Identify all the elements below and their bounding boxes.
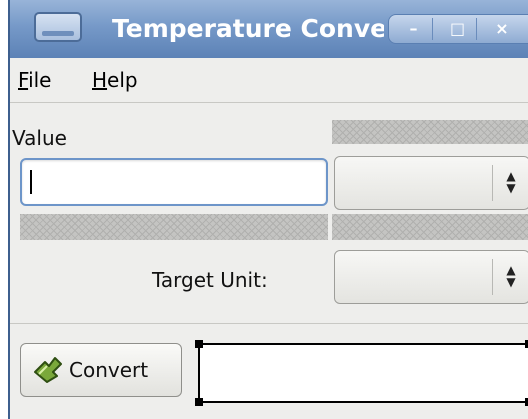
window-controls: – □ ×	[388, 14, 528, 44]
menu-file-mnemonic: F	[18, 68, 29, 92]
menu-help[interactable]: Help	[92, 68, 138, 92]
minimize-button[interactable]: –	[395, 18, 433, 40]
combo-separator	[492, 165, 493, 201]
target-unit-label: Target Unit:	[152, 268, 268, 292]
title-bar[interactable]: Temperature Conve – □ ×	[10, 0, 528, 59]
empty-cell-top-right	[332, 120, 528, 144]
convert-icon	[31, 352, 65, 388]
close-button[interactable]: ×	[483, 18, 521, 40]
resize-handle-top-left[interactable]	[195, 340, 203, 348]
target-unit-combo[interactable]: ▲ ▼	[334, 250, 528, 304]
menu-file[interactable]: File	[18, 68, 51, 92]
menu-file-label: ile	[28, 68, 52, 92]
section-divider	[10, 323, 528, 324]
menu-help-label: elp	[107, 68, 138, 92]
empty-cell-middle-right	[332, 214, 528, 240]
value-label: Value	[12, 126, 67, 150]
maximize-button[interactable]: □	[439, 18, 477, 40]
window-title: Temperature Conve	[112, 14, 384, 43]
empty-cell-middle-left	[20, 214, 328, 240]
resize-handle-bottom-left[interactable]	[195, 398, 203, 406]
updown-arrows-icon: ▲ ▼	[506, 169, 516, 195]
value-input[interactable]	[20, 158, 328, 206]
result-output	[195, 340, 528, 406]
updown-arrows-icon: ▲ ▼	[506, 263, 516, 289]
source-unit-combo[interactable]: ▲ ▼	[334, 156, 528, 210]
convert-button[interactable]: Convert	[20, 343, 182, 397]
convert-button-label: Convert	[69, 358, 149, 382]
app-window: Temperature Conve – □ × File Help Value …	[8, 0, 528, 419]
combo-separator	[492, 259, 493, 295]
text-caret	[30, 170, 32, 194]
menu-bar: File Help	[10, 58, 528, 103]
window-icon[interactable]	[34, 12, 82, 42]
menu-help-mnemonic: H	[92, 68, 108, 92]
